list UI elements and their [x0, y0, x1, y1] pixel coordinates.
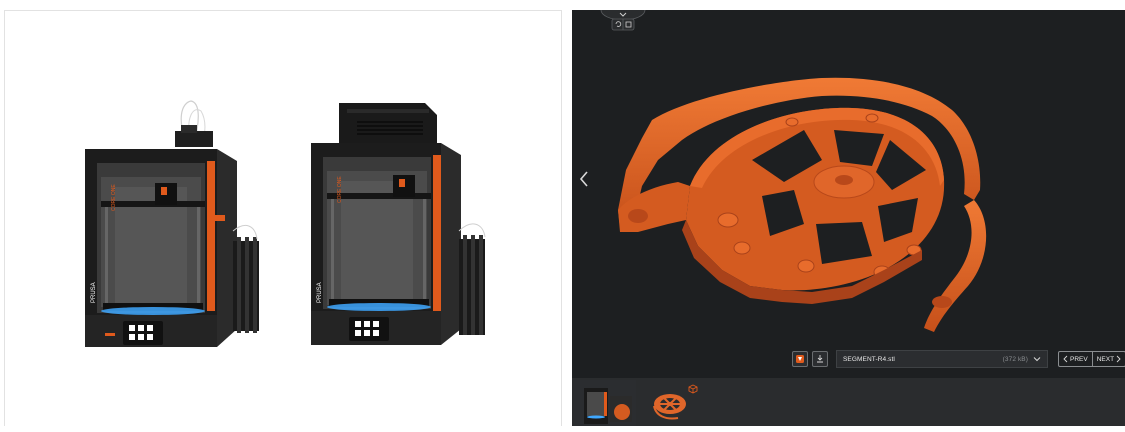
printer2-brand-label: PRUSA [317, 282, 323, 303]
open-in-slicer-button[interactable] [792, 351, 808, 367]
chevron-right-icon [1116, 355, 1121, 363]
model-viewer[interactable]: SEGMENT-R4.stl (372 kB) PREV NEXT [572, 10, 1125, 378]
thumbnail-strip [572, 378, 1125, 426]
product-photo-panel: PRUSA PRUSA CORE ONE CORE ONE [4, 10, 562, 426]
printer2-model-label: CORE ONE [337, 176, 343, 203]
chevron-down-icon [1033, 357, 1041, 362]
prev-file-button[interactable]: PREV [1059, 352, 1092, 366]
printer-enclosed-image [311, 103, 486, 345]
printer1-brand-label: PRUSA [91, 282, 97, 303]
slicer-icon [796, 355, 804, 363]
viewer-toolbar: SEGMENT-R4.stl (372 kB) PREV NEXT [792, 350, 1125, 368]
thumbnail-printer-photo[interactable] [574, 380, 636, 426]
product-photo: PRUSA PRUSA CORE ONE CORE ONE [85, 100, 486, 347]
file-name-label: SEGMENT-R4.stl [843, 355, 895, 363]
cube-icon [688, 381, 698, 394]
next-file-button[interactable]: NEXT [1091, 352, 1125, 366]
thumbnail-printer-image [574, 380, 636, 426]
model-render [618, 77, 987, 332]
download-button[interactable] [812, 351, 828, 367]
printer-open-image [85, 100, 259, 347]
chevron-left-icon [1063, 355, 1068, 363]
download-icon [817, 355, 823, 363]
printer1-model-label: CORE ONE [111, 184, 117, 211]
prev-label: PREV [1070, 355, 1088, 363]
pager: PREV NEXT [1058, 351, 1125, 367]
file-select-dropdown[interactable]: SEGMENT-R4.stl (372 kB) [836, 350, 1048, 368]
file-size-label: (372 kB) [1002, 355, 1028, 363]
next-label: NEXT [1096, 355, 1115, 363]
